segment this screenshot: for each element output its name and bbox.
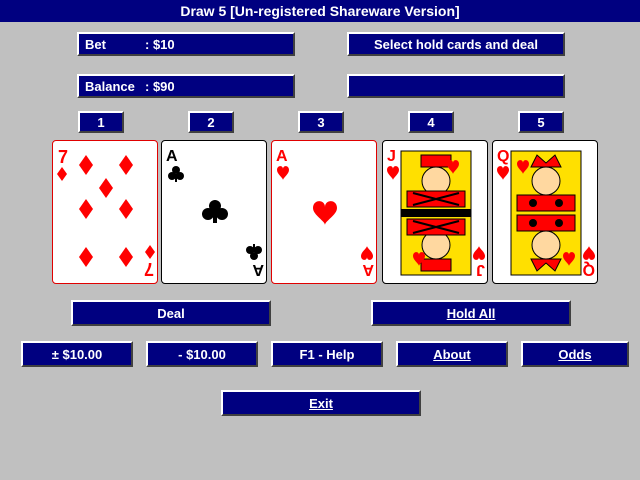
- hold-button-5[interactable]: 5: [518, 111, 564, 133]
- bet-label: Bet: [85, 36, 106, 52]
- hold-button-4[interactable]: 4: [408, 111, 454, 133]
- exit-label: Exit: [309, 395, 333, 411]
- bet-display: Bet : $10: [77, 32, 295, 56]
- card-5[interactable]: Q Q: [492, 140, 598, 284]
- odds-button[interactable]: Odds: [521, 341, 629, 367]
- exit-button[interactable]: Exit: [221, 390, 421, 416]
- card-3-rank: A: [276, 148, 288, 165]
- about-button[interactable]: About: [396, 341, 508, 367]
- hold-all-button[interactable]: Hold All: [371, 300, 571, 326]
- hold-button-1[interactable]: 1: [78, 111, 124, 133]
- club-pip: [202, 200, 228, 223]
- status-message-secondary: [347, 74, 565, 98]
- hold-button-2[interactable]: 2: [188, 111, 234, 133]
- svg-text:A: A: [362, 261, 374, 278]
- card-2[interactable]: A A: [161, 140, 267, 284]
- svg-text:J: J: [476, 261, 485, 278]
- card-1[interactable]: 7 7: [52, 140, 158, 284]
- svg-text:Q: Q: [583, 261, 595, 278]
- jack-face-art: [400, 150, 472, 276]
- svg-text:A: A: [252, 261, 264, 278]
- card-5-rank: Q: [497, 148, 509, 165]
- card-3[interactable]: A A: [271, 140, 377, 284]
- card-4-rank: J: [387, 148, 396, 165]
- decrease-bet-button[interactable]: - $10.00: [146, 341, 258, 367]
- hold-button-3[interactable]: 3: [298, 111, 344, 133]
- diamond-pips: [79, 155, 133, 267]
- balance-display: Balance : $90: [77, 74, 295, 98]
- help-button[interactable]: F1 - Help: [271, 341, 383, 367]
- queen-face-art: [510, 150, 582, 276]
- card-4[interactable]: J J: [382, 140, 488, 284]
- balance-value: : $90: [145, 78, 175, 94]
- card-1-rank: 7: [58, 147, 68, 167]
- balance-label: Balance: [85, 78, 135, 94]
- window-title: Draw 5 [Un-registered Shareware Version]: [0, 0, 640, 22]
- about-label: About: [433, 346, 471, 362]
- increase-bet-button[interactable]: ± $10.00: [21, 341, 133, 367]
- odds-label: Odds: [558, 346, 592, 362]
- hold-all-label: Hold All: [446, 305, 496, 321]
- status-message: Select hold cards and deal: [347, 32, 565, 56]
- bet-value: : $10: [145, 36, 175, 52]
- card-2-rank: A: [166, 148, 178, 165]
- svg-text:7: 7: [144, 259, 154, 279]
- deal-button[interactable]: Deal: [71, 300, 271, 326]
- heart-pip: [313, 201, 337, 225]
